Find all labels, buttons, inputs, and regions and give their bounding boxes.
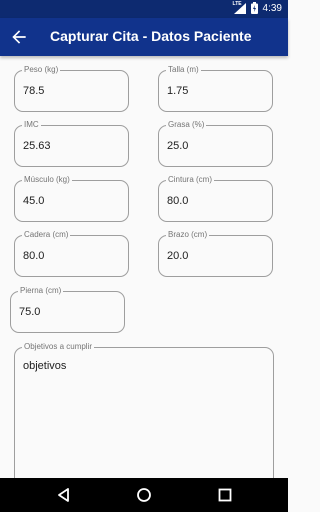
- imc-label: IMC: [22, 120, 41, 130]
- peso-field[interactable]: Peso (kg) 78.5: [14, 65, 129, 112]
- page-title: Capturar Cita - Datos Paciente: [50, 28, 252, 44]
- pierna-value: 75.0: [19, 306, 41, 318]
- status-icons: LTE 4:39: [232, 0, 282, 14]
- cadera-field[interactable]: Cadera (cm) 80.0: [14, 230, 129, 277]
- brazo-value: 20.0: [167, 250, 189, 262]
- cadera-label: Cadera (cm): [22, 230, 71, 240]
- triangle-back-icon: [58, 488, 69, 502]
- nav-home-button[interactable]: [136, 487, 152, 503]
- back-button[interactable]: [9, 27, 29, 47]
- musculo-value: 45.0: [23, 195, 45, 207]
- talla-value: 1.75: [167, 85, 189, 97]
- objetivos-value: objetivos: [23, 360, 67, 372]
- brazo-field[interactable]: Brazo (cm) 20.0: [158, 230, 273, 277]
- brazo-label: Brazo (cm): [166, 230, 210, 240]
- grasa-label: Grasa (%): [166, 120, 207, 130]
- cadera-value: 80.0: [23, 250, 45, 262]
- grasa-field[interactable]: Grasa (%) 25.0: [158, 120, 273, 167]
- clock: 4:39: [262, 2, 282, 14]
- arrow-left-icon: [12, 30, 26, 44]
- musculo-label: Músculo (kg): [22, 175, 72, 185]
- objetivos-label: Objetivos a cumplir: [22, 342, 95, 352]
- cintura-label: Cintura (cm): [166, 175, 215, 185]
- talla-field[interactable]: Talla (m) 1.75: [158, 65, 273, 112]
- pierna-field[interactable]: Pierna (cm) 75.0: [10, 286, 125, 333]
- talla-label: Talla (m): [166, 65, 201, 75]
- cintura-value: 80.0: [167, 195, 189, 207]
- network-type: LTE: [232, 0, 242, 7]
- peso-value: 78.5: [23, 85, 45, 97]
- imc-value: 25.63: [23, 140, 51, 152]
- nav-recents-button[interactable]: [217, 487, 233, 503]
- grasa-value: 25.0: [167, 140, 189, 152]
- system-nav-bar: [0, 478, 288, 512]
- cintura-field[interactable]: Cintura (cm) 80.0: [158, 175, 273, 222]
- battery-icon: [250, 2, 258, 14]
- imc-field[interactable]: IMC 25.63: [14, 120, 129, 167]
- circle-home-icon: [137, 488, 151, 502]
- status-bar: LTE 4:39: [0, 0, 288, 18]
- nav-back-button[interactable]: [56, 487, 72, 503]
- square-recents-icon: [218, 488, 232, 502]
- musculo-field[interactable]: Músculo (kg) 45.0: [14, 175, 129, 222]
- pierna-label: Pierna (cm): [18, 286, 64, 296]
- app-bar: Capturar Cita - Datos Paciente: [0, 18, 288, 56]
- objetivos-textarea[interactable]: Objetivos a cumplir objetivos: [14, 342, 274, 487]
- signal-icon: LTE: [232, 0, 246, 14]
- peso-label: Peso (kg): [22, 65, 61, 75]
